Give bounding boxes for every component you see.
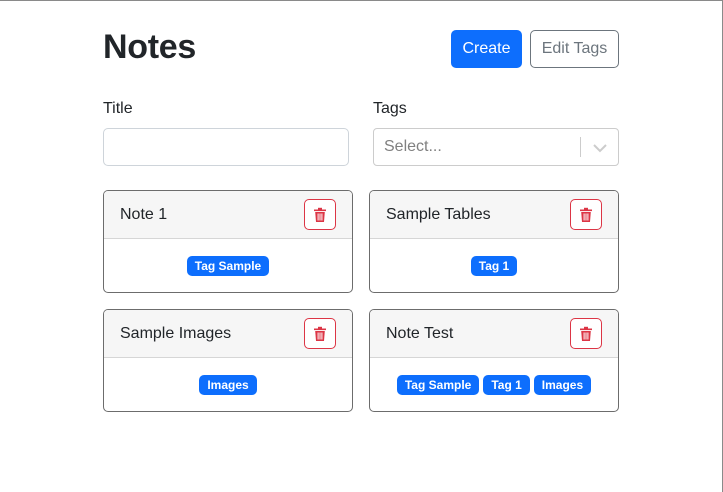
delete-note-button[interactable]	[304, 318, 336, 349]
tag-badge: Tag Sample	[186, 255, 270, 276]
delete-note-button[interactable]	[304, 199, 336, 230]
note-title[interactable]: Note Test	[386, 325, 453, 343]
tag-badge: Tag Sample	[396, 374, 480, 395]
note-title[interactable]: Note 1	[120, 206, 167, 224]
note-tags: Tag 1	[370, 239, 618, 292]
note-title[interactable]: Sample Tables	[386, 206, 491, 224]
trash-icon	[580, 326, 592, 341]
note-card-header: Sample Tables	[370, 191, 618, 239]
tag-badge: Tag 1	[470, 255, 518, 276]
trash-icon	[580, 207, 592, 222]
tags-select-separator	[580, 137, 581, 157]
tags-label: Tags	[373, 100, 407, 117]
note-title[interactable]: Sample Images	[120, 325, 231, 343]
note-card-header: Note 1	[104, 191, 352, 239]
tag-badge: Images	[533, 374, 592, 395]
note-card[interactable]: Note Test Tag Sample Tag 1 Images	[369, 309, 619, 412]
delete-note-button[interactable]	[570, 318, 602, 349]
note-card[interactable]: Sample Images Images	[103, 309, 353, 412]
note-tags: Tag Sample	[104, 239, 352, 292]
edit-tags-button[interactable]: Edit Tags	[530, 30, 619, 68]
tags-select-placeholder: Select...	[384, 138, 442, 155]
note-card[interactable]: Sample Tables Tag 1	[369, 190, 619, 293]
create-button[interactable]: Create	[451, 30, 522, 68]
tags-select[interactable]: Select...	[373, 128, 619, 166]
note-tags: Images	[104, 358, 352, 411]
tag-badge: Tag 1	[483, 374, 530, 395]
note-card-header: Note Test	[370, 310, 618, 358]
trash-icon	[314, 326, 326, 341]
note-card[interactable]: Note 1 Tag Sample	[103, 190, 353, 293]
note-card-header: Sample Images	[104, 310, 352, 358]
note-tags: Tag Sample Tag 1 Images	[370, 358, 618, 411]
title-input[interactable]	[103, 128, 349, 166]
title-label: Title	[103, 100, 133, 117]
page-title: Notes	[103, 28, 196, 66]
chevron-down-icon[interactable]	[591, 139, 609, 157]
delete-note-button[interactable]	[570, 199, 602, 230]
trash-icon	[314, 207, 326, 222]
filter-form: Title Tags Select...	[103, 100, 619, 166]
tag-badge: Images	[199, 374, 257, 395]
page-header: Notes Create Edit Tags	[103, 28, 619, 68]
